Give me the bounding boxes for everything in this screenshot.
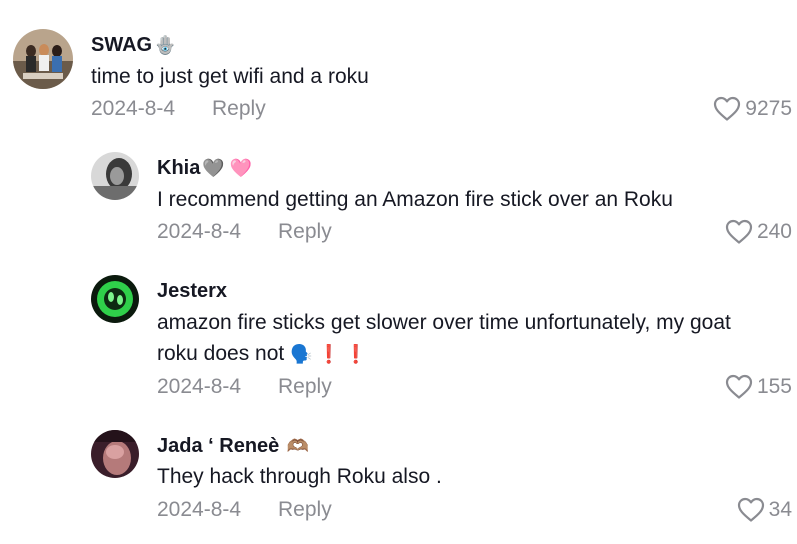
heart-outline-icon: [725, 374, 753, 399]
heart-outline-icon: [725, 219, 753, 244]
username-text: Khia: [157, 157, 201, 179]
username-emoji: 🫶🏽: [286, 436, 310, 456]
like-count: 155: [756, 375, 792, 398]
like-count: 9275: [745, 97, 792, 120]
reply-button[interactable]: Reply: [278, 219, 332, 245]
comment-text-continued: roku does not: [157, 342, 285, 365]
avatar[interactable]: [13, 29, 73, 89]
like-button[interactable]: 240: [725, 219, 792, 245]
like-count: 34: [768, 498, 792, 521]
like-button[interactable]: 9275: [713, 96, 792, 122]
comment-text: They hack through Roku also .: [157, 465, 442, 488]
comment-username[interactable]: Khia 🩶 🩷: [157, 155, 252, 181]
username-emoji: 🪬: [154, 35, 177, 55]
comment-text: amazon fire sticks get slower over time …: [157, 311, 731, 334]
reply-button[interactable]: Reply: [278, 497, 332, 523]
avatar[interactable]: [91, 275, 139, 323]
username-text: SWAG: [91, 34, 153, 56]
heart-outline-icon: [737, 497, 764, 522]
comment-date: 2024-8-4: [91, 97, 176, 120]
avatar[interactable]: [91, 152, 139, 200]
comment-date: 2024-8-4: [157, 375, 242, 398]
comment-text-line2: roku does not 🗣️ ❗ ❗: [157, 338, 367, 370]
reply-button[interactable]: Reply: [278, 374, 332, 400]
like-button[interactable]: 155: [725, 374, 792, 400]
comment-date: 2024-8-4: [157, 220, 242, 243]
comment-text: time to just get wifi and a roku: [91, 65, 369, 88]
comment-date: 2024-8-4: [157, 498, 242, 521]
reply-button[interactable]: Reply: [212, 96, 266, 122]
username-emoji: 🩶 🩷: [202, 158, 253, 178]
comment-emoji: 🗣️ ❗ ❗: [290, 344, 368, 364]
comment-username[interactable]: Jesterx: [157, 278, 227, 304]
comment-username[interactable]: Jada ‘ Reneè 🫶🏽: [157, 433, 309, 459]
username-text: Jada ‘ Reneè: [157, 435, 280, 457]
like-count: 240: [756, 220, 792, 243]
comment-username[interactable]: SWAG 🪬: [91, 32, 177, 58]
like-button[interactable]: 34: [737, 497, 792, 523]
comment-text: I recommend getting an Amazon fire stick…: [157, 188, 673, 211]
avatar[interactable]: [91, 430, 139, 478]
heart-outline-icon: [714, 96, 741, 121]
